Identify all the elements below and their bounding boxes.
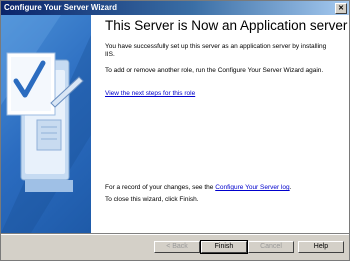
record-line: For a record of your changes, see the Co… — [105, 184, 345, 192]
close-button[interactable]: ✕ — [335, 3, 347, 14]
next-steps-line: View the next steps for this role — [105, 90, 335, 98]
record-suffix: . — [289, 184, 292, 191]
add-remove-message: To add or remove another role, run the C… — [105, 67, 324, 74]
server-log-link[interactable]: Configure Your Server log — [215, 184, 289, 191]
page-heading: This Server is Now an Application server — [105, 18, 348, 33]
window-title: Configure Your Server Wizard — [4, 3, 117, 12]
cancel-button[interactable]: Cancel — [248, 241, 294, 253]
back-button[interactable]: < Back — [154, 241, 200, 253]
wizard-window: Configure Your Server Wizard ✕ This Serv… — [0, 0, 350, 261]
title-bar: Configure Your Server Wizard ✕ — [1, 1, 349, 15]
help-button[interactable]: Help — [298, 241, 344, 253]
next-steps-link[interactable]: View the next steps for this role — [105, 90, 195, 97]
success-message: You have successfully set up this server… — [105, 43, 327, 58]
record-text: For a record of your changes, see the — [105, 184, 214, 191]
wizard-side-graphic — [1, 15, 91, 233]
finish-button[interactable]: Finish — [200, 240, 248, 254]
server-checklist-icon — [1, 15, 91, 233]
content-panel: This Server is Now an Application server… — [1, 15, 349, 233]
button-separator — [1, 233, 349, 235]
close-instruction: To close this wizard, click Finish. — [105, 196, 199, 203]
